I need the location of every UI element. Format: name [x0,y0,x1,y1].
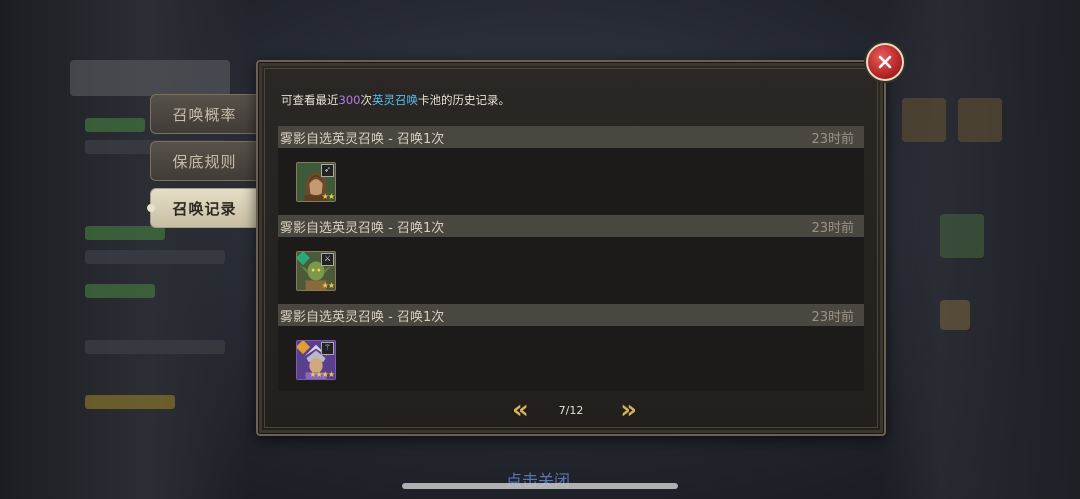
hero-card[interactable]: ⚔ ★★ [296,251,336,291]
background-card [902,98,946,142]
hero-card[interactable]: ⚚ ★★★★ [296,340,336,380]
list-item: 雾影自选英灵召唤 - 召唤1次 23时前 ⚚ ★★★★ [278,304,864,391]
staff-icon: ⚚ [321,342,334,355]
background-left-panel [0,0,250,499]
tab-label: 召唤概率 [172,105,237,124]
close-button[interactable] [866,43,904,81]
record-time: 23时前 [811,131,854,147]
background-right-panel [880,0,1080,499]
record-body: ⚔ ★★ [278,237,864,304]
tab-summon-history[interactable]: 召唤记录 [147,188,258,228]
record-header: 雾影自选英灵召唤 - 召唤1次 23时前 [278,304,864,326]
bow-icon: ➶ [321,164,334,177]
tab-summon-rates[interactable]: 召唤概率 [150,94,258,134]
history-list[interactable]: 雾影自选英灵召唤 - 召唤1次 23时前 ➶ ★★ 雾影自选英灵召唤 - 召唤1… [278,126,864,391]
record-title: 雾影自选英灵召唤 - 召唤1次 [280,220,445,236]
star-rating: ★★★★ [309,370,335,379]
star-rating: ★★ [321,192,335,201]
hero-card[interactable]: ➶ ★★ [296,162,336,202]
background-bar [85,250,225,264]
pagination: « 7/12 » [512,397,637,423]
record-body: ➶ ★★ [278,148,864,215]
background-bar [85,226,165,240]
background-tag [70,60,230,96]
list-item: 雾影自选英灵召唤 - 召唤1次 23时前 ➶ ★★ [278,126,864,215]
record-body: ⚚ ★★★★ [278,326,864,391]
background-bar [85,395,175,409]
background-card [958,98,1002,142]
star-rating: ★★ [321,281,335,290]
close-icon [878,55,892,69]
record-title: 雾影自选英灵召唤 - 召唤1次 [280,131,445,147]
description-text: 卡池的历史记录。 [417,93,510,107]
tab-label: 保底规则 [172,152,237,171]
double-chevron-right-icon[interactable]: » [620,397,637,423]
double-chevron-left-icon[interactable]: « [512,397,529,423]
crossed-swords-icon: ⚔ [321,253,334,266]
background-card [940,300,970,330]
record-count: 300 [338,93,361,107]
description-text: 可查看最近 [281,93,339,107]
description-text: 次 [360,93,372,107]
page-indicator: 7/12 [558,403,584,417]
list-item: 雾影自选英灵召唤 - 召唤1次 23时前 ⚔ ★★ [278,215,864,304]
background-bar [85,340,225,354]
home-indicator[interactable] [402,483,678,489]
background-bar [85,284,155,298]
background-card [940,214,984,258]
record-title: 雾影自选英灵召唤 - 召唤1次 [280,309,445,325]
record-header: 雾影自选英灵召唤 - 召唤1次 23时前 [278,215,864,237]
active-indicator-dot [147,204,155,212]
background-bar [85,118,145,132]
record-header: 雾影自选英灵召唤 - 召唤1次 23时前 [278,126,864,148]
record-time: 23时前 [811,309,854,325]
history-description: 可查看最近300次英灵召唤卡池的历史记录。 [281,92,510,108]
tab-label: 召唤记录 [172,199,237,218]
pool-name: 英灵召唤 [371,93,418,107]
tab-pity-rules[interactable]: 保底规则 [150,141,258,181]
record-time: 23时前 [811,220,854,236]
